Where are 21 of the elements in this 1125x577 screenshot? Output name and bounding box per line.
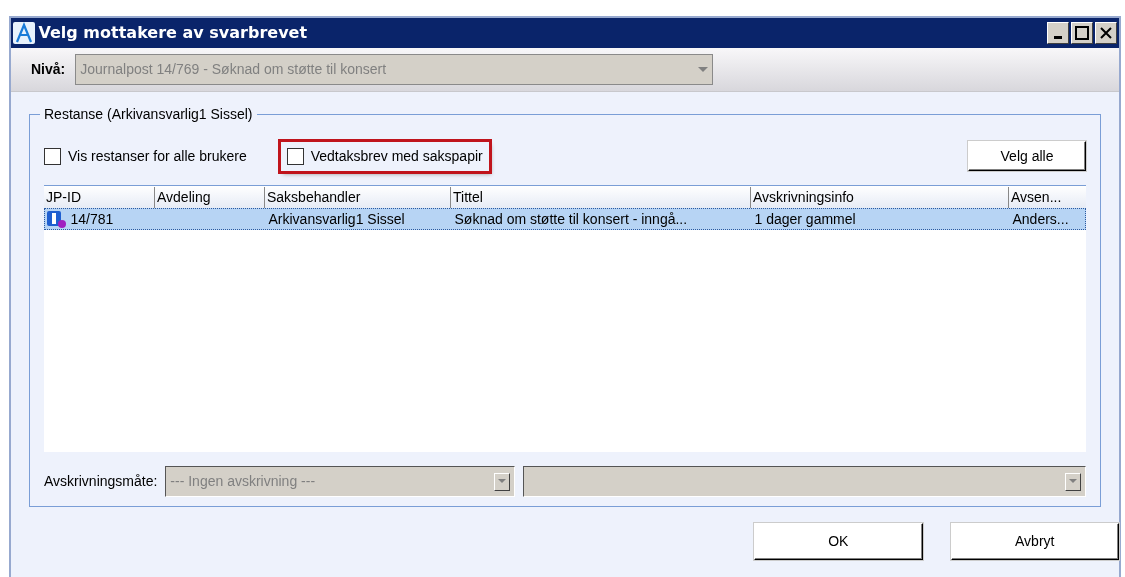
table-cell: Anders... [1012, 210, 1069, 227]
column-header[interactable]: Avdeling [154, 186, 264, 208]
write-off-label: Avskrivningsmåte: [44, 472, 158, 491]
table-cell: Arkivansvarlig1 Sissel [268, 210, 405, 227]
table-cell: Søknad om støtte til konsert - inngå... [454, 210, 688, 227]
column-header[interactable]: Avsen... [1008, 186, 1086, 208]
group-title: Restanse (Arkivansvarlig1 Sissel) [40, 105, 257, 123]
window-title: Velg mottakere av svarbrevet [38, 22, 308, 44]
column-header[interactable]: Saksbehandler [264, 186, 450, 208]
table-cell: 1 dager gammel [754, 210, 856, 227]
table-row[interactable]: 14/781 Arkivansvarlig1 Sissel Søknad om støtte til konsert - inngå... 1 dager gammel Anders... [44, 208, 1086, 230]
column-header[interactable]: JP-ID [44, 186, 154, 208]
select-all-button[interactable]: Velg alle [968, 141, 1086, 171]
table-cell-text: 14/781 [70, 209, 114, 229]
column-header[interactable]: Tittel [450, 186, 750, 208]
checkbox-label: Vis restanser for alle brukere [68, 146, 247, 166]
level-label: Nivå: [31, 60, 66, 79]
cancel-button[interactable]: Avbryt [950, 523, 1119, 560]
column-header[interactable]: Avskrivningsinfo [750, 186, 1008, 208]
ok-button[interactable]: OK [754, 523, 923, 560]
checkbox-label: Vedtaksbrev med sakspapir [310, 146, 483, 166]
